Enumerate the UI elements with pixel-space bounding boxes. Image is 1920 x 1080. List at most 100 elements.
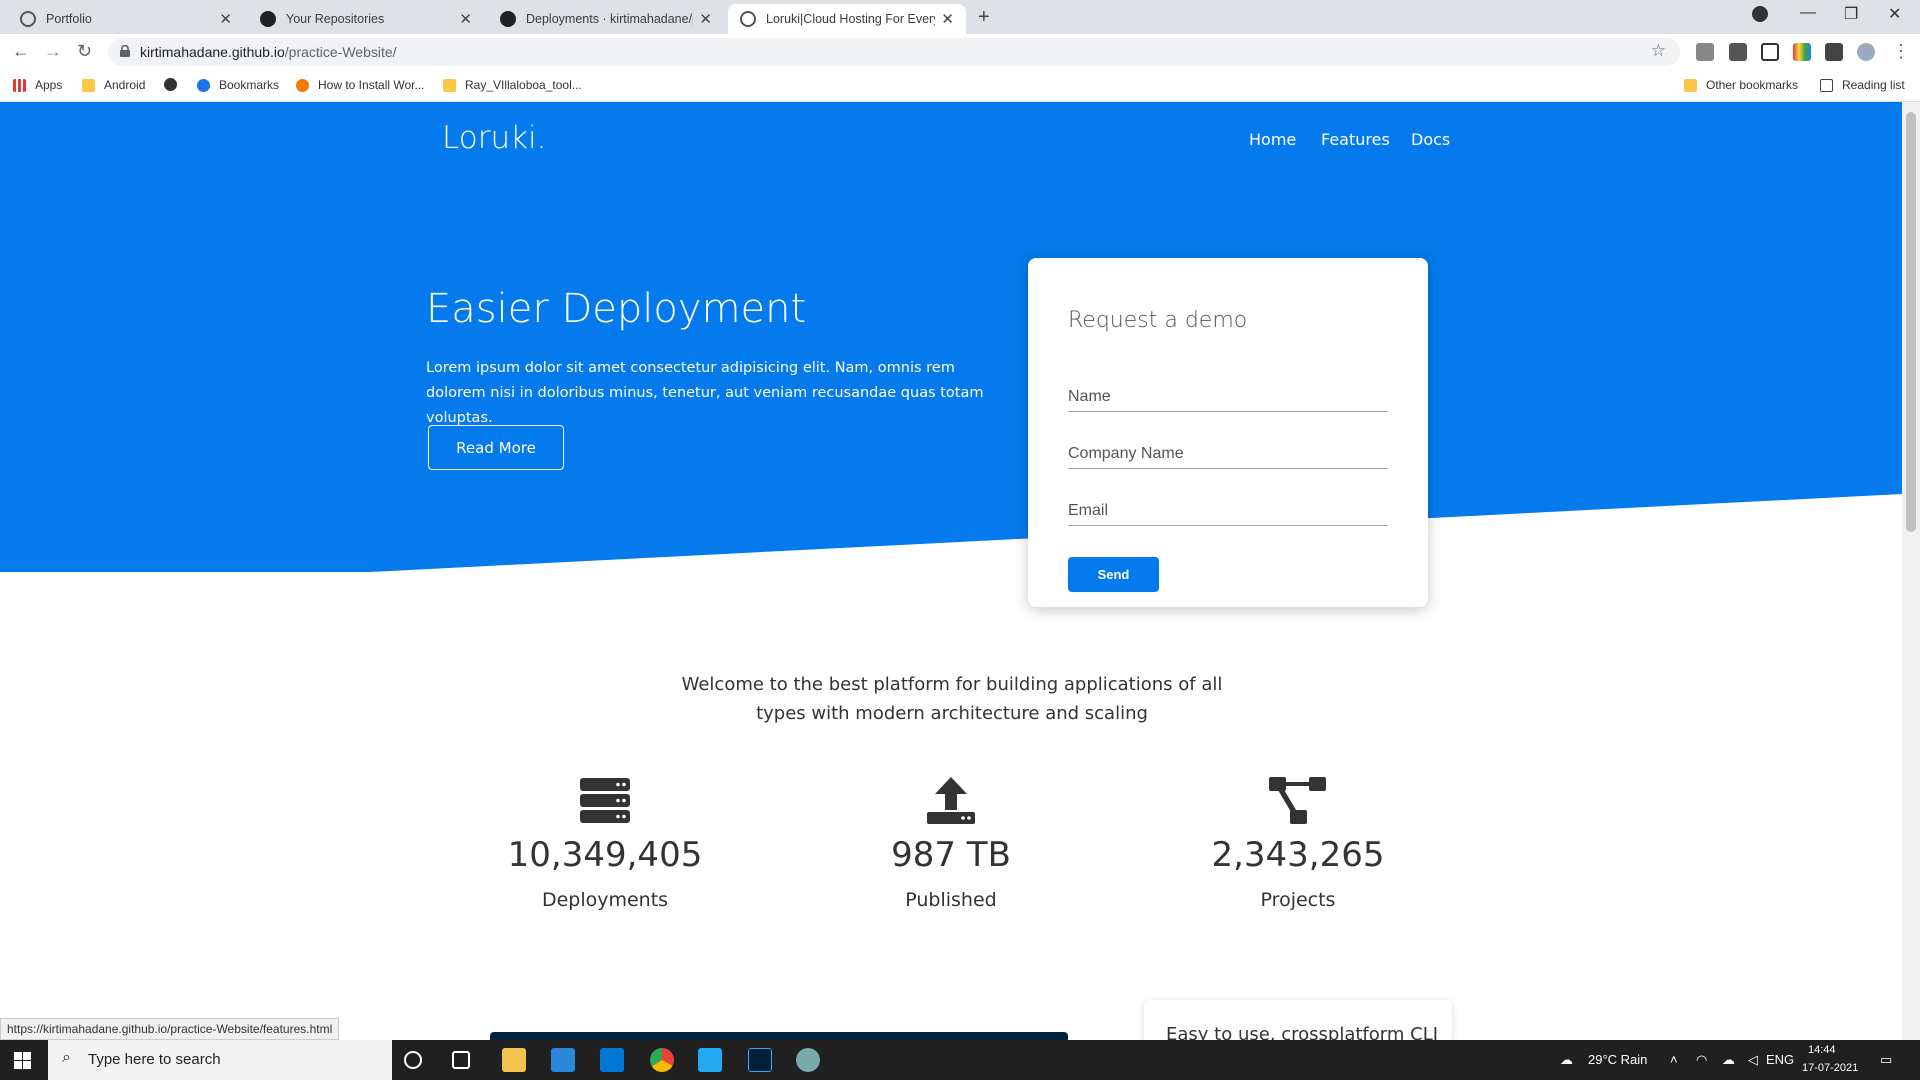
server-icon (580, 778, 630, 823)
clock-date[interactable]: 17-07-2021 (1802, 1062, 1858, 1074)
eyedropper-extension-icon[interactable] (1729, 43, 1747, 61)
nav-docs[interactable]: Docs (1411, 130, 1450, 149)
new-tab-icon[interactable]: + (978, 6, 990, 29)
color-extension-icon[interactable] (1793, 43, 1811, 61)
weather-text[interactable]: 29°C Rain (1588, 1052, 1647, 1067)
tab-loruki[interactable]: Loruki|Cloud Hosting For Everyon ✕ (728, 4, 966, 34)
bookmark-label: Ray_VIllaloboa_tool... (465, 78, 582, 92)
nav-home[interactable]: Home (1249, 130, 1296, 149)
stat-deployments: 10,349,405 Deployments (485, 776, 725, 915)
close-icon[interactable]: ✕ (459, 10, 472, 28)
store-icon[interactable] (551, 1048, 575, 1072)
bookmark-android[interactable]: Android (82, 78, 145, 92)
bookmark-bookmarks[interactable]: Bookmarks (197, 78, 279, 92)
cortana-icon[interactable] (404, 1051, 422, 1069)
bookmark-other[interactable]: Other bookmarks (1684, 78, 1798, 92)
bookmark-ray-tool[interactable]: Ray_VIllaloboa_tool... (443, 78, 582, 92)
bookmark-label: Apps (35, 78, 63, 92)
name-field[interactable] (1068, 382, 1388, 412)
taskbar-search-placeholder: Type here to search (88, 1051, 221, 1068)
windows-start-icon[interactable] (14, 1052, 31, 1069)
network-icon[interactable]: ◠ (1696, 1052, 1707, 1068)
stat-number: 10,349,405 (507, 835, 703, 875)
tab-repositories[interactable]: Your Repositories ✕ (248, 4, 484, 34)
task-view-icon[interactable] (452, 1051, 470, 1069)
project-diagram-icon (1269, 777, 1326, 824)
reading-list[interactable]: Reading list (1820, 78, 1905, 92)
company-name-field[interactable] (1068, 439, 1388, 469)
mail-icon[interactable] (600, 1048, 624, 1072)
link-status-bubble: https://kirtimahadane.github.io/practice… (0, 1018, 340, 1040)
puzzle-icon[interactable] (1825, 43, 1843, 61)
bookmark-apps[interactable]: Apps (13, 78, 62, 92)
restore-icon[interactable]: ❐ (1844, 4, 1858, 24)
page-scrollbar[interactable] (1902, 102, 1920, 1040)
bookmark-how-to-install[interactable]: How to Install Wor... (296, 78, 424, 92)
site-favicon-icon (296, 78, 309, 92)
scrollbar-thumb[interactable] (1906, 112, 1916, 532)
tab-title: Deployments · kirtimahadane/pr (526, 12, 694, 26)
photoshop-icon[interactable] (748, 1048, 772, 1072)
volume-icon[interactable]: ◁ (1748, 1052, 1758, 1068)
tab-deployments[interactable]: Deployments · kirtimahadane/pr ✕ (488, 4, 724, 34)
demo-card-title: Request a demo (1068, 308, 1248, 333)
nav-features[interactable]: Features (1321, 130, 1390, 149)
folder-icon (1684, 78, 1697, 92)
url-field[interactable]: kirtimahadane.github.io/practice-Website… (108, 38, 1680, 66)
tab-title: Your Repositories (286, 12, 385, 26)
welcome-text: Welcome to the best platform for buildin… (681, 674, 1223, 724)
globe-icon (740, 11, 756, 27)
bookmark-label: Bookmarks (219, 78, 280, 92)
bookmark-label: How to Install Wor... (318, 78, 425, 92)
lock-icon (120, 45, 130, 57)
tray-chevron-icon[interactable]: ˄ (1670, 1052, 1678, 1067)
bookmark-label: Reading list (1842, 78, 1905, 92)
notifications-icon[interactable]: ▭ (1880, 1052, 1892, 1068)
forward-icon[interactable]: → (44, 41, 62, 62)
globe-icon (20, 11, 36, 27)
close-icon[interactable]: ✕ (941, 10, 954, 28)
close-icon[interactable]: ✕ (699, 10, 712, 28)
clock-time[interactable]: 14:44 (1808, 1044, 1836, 1056)
folder-icon (82, 78, 95, 92)
vscode-icon[interactable] (698, 1048, 722, 1072)
search-icon: ⌕ (62, 1049, 71, 1066)
stat-projects: 2,343,265 Projects (1178, 776, 1418, 915)
bookmark-label: Android (104, 78, 146, 92)
star-icon (197, 78, 210, 92)
cli-card: Easy to use, crossplatform CLI (1144, 1000, 1452, 1045)
reading-list-icon (1820, 78, 1833, 92)
url-text: kirtimahadane.github.io/practice-Website… (140, 44, 397, 60)
reload-icon[interactable]: ↻ (77, 41, 92, 62)
windows-taskbar: ⌕ Type here to search ☁ 29°C Rain ˄ ◠ ☁ … (0, 1040, 1920, 1080)
language-indicator[interactable]: ENG (1766, 1052, 1794, 1067)
minimize-icon[interactable]: — (1800, 4, 1816, 22)
file-explorer-icon[interactable] (502, 1048, 526, 1072)
back-icon[interactable]: ← (12, 41, 30, 62)
close-window-icon[interactable]: ✕ (1888, 4, 1901, 24)
stat-published: 987 TB Published (831, 776, 1071, 915)
star-icon[interactable]: ☆ (1651, 41, 1666, 61)
request-demo-card: Request a demo Send (1028, 258, 1428, 607)
read-more-button[interactable]: Read More (428, 425, 564, 470)
hero-background (0, 102, 1902, 572)
site-icon[interactable] (164, 78, 186, 91)
camera-extension-icon[interactable] (1696, 43, 1714, 61)
address-bar-row: ← → ↻ kirtimahadane.github.io/practice-W… (0, 34, 1920, 70)
cloud-sync-icon[interactable]: ☁ (1722, 1052, 1735, 1068)
tab-portfolio[interactable]: Portfolio ✕ (8, 4, 244, 34)
folder-icon (443, 78, 456, 92)
menu-kebab-icon[interactable]: ⋮ (1892, 41, 1910, 62)
hero-title: Easier Deployment (426, 286, 807, 332)
chrome-icon[interactable] (650, 1048, 674, 1072)
screenshot-extension-icon[interactable] (1761, 43, 1779, 61)
taskbar-search-box[interactable]: ⌕ Type here to search (48, 1040, 392, 1080)
email-field[interactable] (1068, 496, 1388, 526)
close-icon[interactable]: ✕ (219, 10, 232, 28)
weather-icon[interactable]: ☁ (1560, 1052, 1573, 1068)
paint-icon[interactable] (796, 1048, 820, 1072)
profile-avatar-icon[interactable] (1857, 43, 1875, 61)
tab-search-icon[interactable] (1752, 6, 1768, 22)
site-logo[interactable]: Loruki. (442, 120, 547, 156)
send-button[interactable]: Send (1068, 557, 1159, 592)
